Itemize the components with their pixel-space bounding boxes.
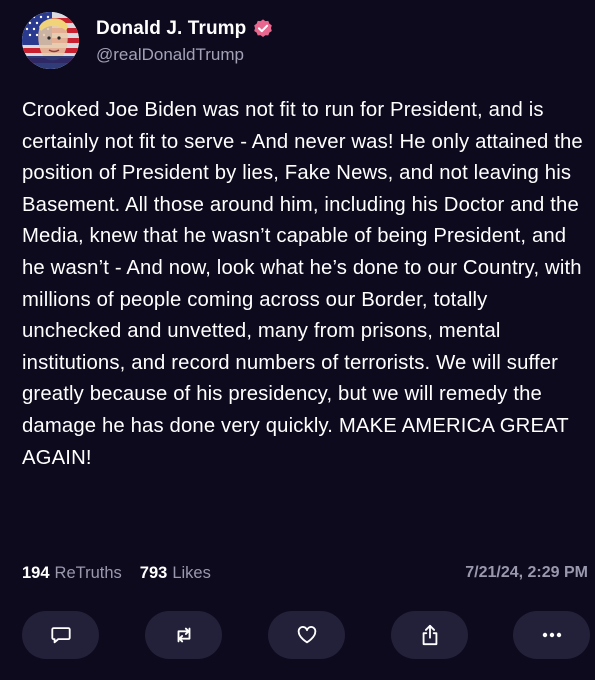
avatar[interactable] — [22, 11, 79, 69]
retruth-button[interactable] — [145, 611, 222, 659]
share-button[interactable] — [391, 611, 468, 659]
likes-label: Likes — [172, 563, 211, 582]
post-header: Donald J. Trump @realDonaldTrump — [22, 10, 274, 70]
retruths-count: 194 — [22, 563, 50, 582]
action-bar — [22, 611, 590, 659]
verified-badge-icon — [252, 18, 274, 40]
post-timestamp: 7/21/24, 2:29 PM — [465, 564, 588, 581]
reply-button[interactable] — [22, 611, 99, 659]
repost-arrows-icon — [177, 627, 190, 643]
more-options-button[interactable] — [513, 611, 590, 659]
retruths-label: ReTruths — [54, 563, 122, 582]
likes-stat[interactable]: 793 Likes — [140, 564, 211, 583]
speech-bubble-icon — [50, 627, 71, 644]
like-button[interactable] — [268, 611, 345, 659]
retruths-stat[interactable]: 194 ReTruths — [22, 564, 122, 583]
likes-count: 793 — [139, 563, 168, 582]
post-text: Crooked Joe Biden was not fit to run for… — [22, 99, 583, 469]
author-display-name[interactable]: Donald J. Trump — [96, 18, 246, 40]
share-upload-icon — [422, 624, 437, 646]
heart-icon — [297, 626, 316, 644]
flag-portrait-avatar-icon — [22, 11, 79, 69]
post-stats: 194 ReTruths 793 Likes 7/21/24, 2:29 PM — [22, 561, 588, 585]
author-handle[interactable]: @realDonaldTrump — [96, 45, 274, 65]
more-dots-icon — [542, 632, 561, 638]
